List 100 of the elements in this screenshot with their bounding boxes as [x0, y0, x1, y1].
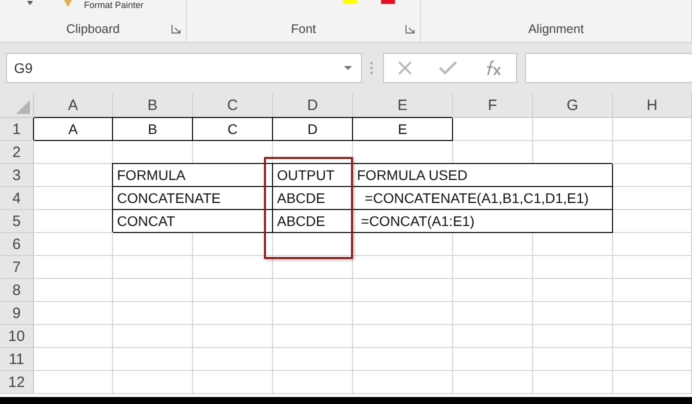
column-header[interactable]: A: [34, 93, 113, 118]
table-cell[interactable]: [193, 256, 273, 279]
table-cell[interactable]: [113, 325, 193, 348]
table-cell[interactable]: [613, 348, 692, 371]
table-cell[interactable]: [453, 371, 533, 394]
font-color-swatch[interactable]: [381, 0, 395, 4]
table-cell[interactable]: [533, 256, 613, 279]
table-cell[interactable]: [34, 279, 113, 302]
cancel-icon[interactable]: [397, 60, 413, 76]
table-cell[interactable]: [613, 302, 692, 325]
column-header[interactable]: D: [273, 93, 353, 118]
table-cell[interactable]: [453, 233, 533, 256]
table-cell[interactable]: [113, 233, 193, 256]
table-cell[interactable]: B: [113, 118, 193, 141]
table-cell[interactable]: CONCATENATE: [113, 187, 273, 210]
table-cell[interactable]: FORMULA USED: [353, 164, 613, 187]
table-cell[interactable]: [273, 302, 353, 325]
table-cell[interactable]: [453, 118, 533, 141]
table-cell[interactable]: [533, 233, 613, 256]
table-cell[interactable]: [193, 233, 273, 256]
table-cell[interactable]: [273, 371, 353, 394]
table-cell[interactable]: [113, 348, 193, 371]
table-cell[interactable]: [34, 325, 113, 348]
dialog-launcher-icon[interactable]: [171, 24, 181, 34]
table-cell[interactable]: [613, 279, 692, 302]
table-cell[interactable]: [34, 302, 113, 325]
row-header[interactable]: 11: [0, 348, 34, 371]
row-header[interactable]: 2: [0, 141, 34, 164]
table-cell[interactable]: [533, 118, 613, 141]
column-header[interactable]: C: [193, 93, 273, 118]
table-cell[interactable]: CONCAT: [113, 210, 273, 233]
highlight-color-swatch[interactable]: [343, 0, 357, 4]
formula-input[interactable]: [525, 53, 692, 83]
column-header[interactable]: G: [533, 93, 613, 118]
table-cell[interactable]: [453, 302, 533, 325]
row-header[interactable]: 8: [0, 279, 34, 302]
table-cell[interactable]: [34, 141, 113, 164]
row-header[interactable]: 4: [0, 187, 34, 210]
table-cell[interactable]: FORMULA: [113, 164, 273, 187]
table-cell[interactable]: [453, 279, 533, 302]
table-cell[interactable]: [273, 279, 353, 302]
column-header[interactable]: B: [113, 93, 193, 118]
table-cell[interactable]: A: [34, 118, 113, 141]
table-cell[interactable]: [113, 371, 193, 394]
column-header[interactable]: F: [453, 93, 533, 118]
table-cell[interactable]: [353, 279, 453, 302]
table-cell[interactable]: =CONCAT(A1:E1): [353, 210, 613, 233]
table-cell[interactable]: [34, 348, 113, 371]
table-cell[interactable]: [353, 302, 453, 325]
column-header[interactable]: E: [353, 93, 453, 118]
table-cell[interactable]: [613, 325, 692, 348]
format-painter-button[interactable]: Format Painter: [84, 0, 144, 10]
dialog-launcher-icon[interactable]: [405, 24, 415, 34]
table-cell[interactable]: [353, 256, 453, 279]
table-cell[interactable]: [533, 325, 613, 348]
table-cell[interactable]: E: [353, 118, 453, 141]
table-cell[interactable]: [193, 279, 273, 302]
table-cell[interactable]: [273, 256, 353, 279]
table-cell[interactable]: [113, 279, 193, 302]
table-cell[interactable]: [353, 348, 453, 371]
row-header[interactable]: 6: [0, 233, 34, 256]
table-cell[interactable]: ABCDE: [273, 187, 353, 210]
table-cell[interactable]: [453, 256, 533, 279]
column-header[interactable]: H: [613, 93, 692, 118]
table-cell[interactable]: D: [273, 118, 353, 141]
row-header[interactable]: 9: [0, 302, 34, 325]
table-cell[interactable]: [613, 210, 692, 233]
row-header[interactable]: 10: [0, 325, 34, 348]
table-cell[interactable]: [34, 256, 113, 279]
table-cell[interactable]: =CONCATENATE(A1,B1,C1,D1,E1): [353, 187, 613, 210]
table-cell[interactable]: C: [193, 118, 273, 141]
table-cell[interactable]: [613, 371, 692, 394]
name-box[interactable]: G9: [6, 53, 362, 83]
table-cell[interactable]: [113, 302, 193, 325]
table-cell[interactable]: [613, 118, 692, 141]
table-cell[interactable]: [193, 348, 273, 371]
table-cell[interactable]: [533, 371, 613, 394]
row-header[interactable]: 1: [0, 118, 34, 141]
select-all-icon[interactable]: [16, 100, 30, 114]
caret-icon[interactable]: [26, 0, 34, 6]
table-cell[interactable]: [353, 233, 453, 256]
table-cell[interactable]: [34, 233, 113, 256]
table-cell[interactable]: [613, 141, 692, 164]
table-cell[interactable]: [353, 325, 453, 348]
table-cell[interactable]: [113, 256, 193, 279]
table-cell[interactable]: [533, 279, 613, 302]
table-cell[interactable]: [533, 348, 613, 371]
row-header[interactable]: 12: [0, 371, 34, 394]
table-cell[interactable]: OUTPUT: [273, 164, 353, 187]
grip-icon[interactable]: [370, 61, 373, 75]
checkmark-icon[interactable]: [439, 61, 457, 75]
table-cell[interactable]: ABCDE: [273, 210, 353, 233]
row-header[interactable]: 3: [0, 164, 34, 187]
table-cell[interactable]: [613, 164, 692, 187]
row-header[interactable]: 5: [0, 210, 34, 233]
table-cell[interactable]: [453, 325, 533, 348]
table-cell[interactable]: [613, 187, 692, 210]
table-cell[interactable]: [613, 233, 692, 256]
table-cell[interactable]: [273, 325, 353, 348]
table-cell[interactable]: [613, 256, 692, 279]
